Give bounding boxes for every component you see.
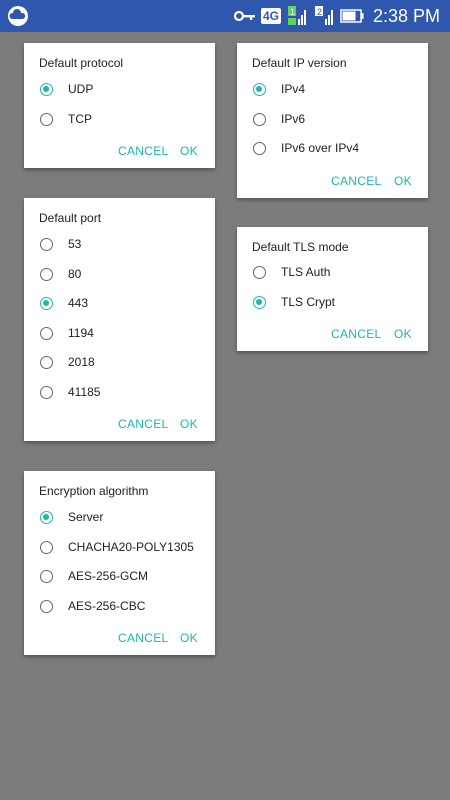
option-label: TLS Auth (281, 265, 331, 279)
radio-selected-icon[interactable] (40, 296, 53, 310)
svg-text:2: 2 (317, 7, 322, 17)
port-dialog: Default port 53 80 443 1194 2018 41185 C… (24, 198, 215, 441)
option-label: CHACHA20-POLY1305 (68, 540, 194, 554)
option-aes-256-cbc[interactable]: AES-256-CBC (24, 591, 215, 621)
option-label: UDP (68, 82, 94, 96)
dialog-title: Encryption algorithm (39, 484, 149, 498)
option-label: AES-256-CBC (68, 599, 146, 613)
network-type-badge: 4G (260, 8, 281, 24)
option-ipv6-over-ipv4[interactable]: IPv6 over IPv4 (237, 133, 428, 163)
option-tcp[interactable]: TCP (24, 104, 215, 134)
option-label: 1194 (68, 326, 94, 340)
option-port-80[interactable]: 80 (24, 259, 215, 289)
ok-button[interactable]: OK (180, 417, 198, 431)
cancel-button[interactable]: CANCEL (118, 144, 168, 158)
option-port-1194[interactable]: 1194 (24, 318, 215, 348)
cancel-button[interactable]: CANCEL (118, 631, 168, 645)
battery-icon (340, 9, 364, 23)
ok-button[interactable]: OK (394, 327, 412, 341)
option-ipv6[interactable]: IPv6 (237, 104, 428, 134)
status-bar: 4G 1 2 2:38 PM (0, 0, 450, 32)
option-label: 443 (68, 296, 89, 310)
radio-unselected-icon[interactable] (40, 326, 53, 340)
radio-selected-icon[interactable] (253, 295, 266, 309)
radio-unselected-icon[interactable] (40, 112, 53, 126)
radio-unselected-icon[interactable] (40, 237, 53, 251)
ip-version-dialog: Default IP version IPv4 IPv6 IPv6 over I… (237, 43, 428, 198)
option-aes-256-gcm[interactable]: AES-256-GCM (24, 561, 215, 591)
clock-time: 2:38 PM (372, 5, 440, 26)
cancel-button[interactable]: CANCEL (118, 417, 168, 431)
option-label: TLS Crypt (281, 295, 336, 309)
option-port-41185[interactable]: 41185 (24, 377, 215, 407)
dialog-title: Default port (39, 211, 102, 225)
option-label: 53 (68, 237, 82, 251)
option-label: 2018 (68, 355, 95, 369)
svg-text:1: 1 (290, 7, 295, 17)
dialog-title: Default TLS mode (252, 240, 349, 254)
dialog-title: Default IP version (252, 56, 347, 70)
option-label: IPv6 (281, 112, 306, 126)
option-label: Server (68, 510, 104, 524)
radio-unselected-icon[interactable] (40, 355, 53, 369)
ok-button[interactable]: OK (394, 174, 412, 188)
cancel-button[interactable]: CANCEL (331, 327, 381, 341)
option-port-2018[interactable]: 2018 (24, 347, 215, 377)
radio-unselected-icon[interactable] (40, 385, 53, 399)
radio-unselected-icon[interactable] (40, 267, 53, 281)
vpn-key-icon (233, 10, 255, 22)
option-tls-crypt[interactable]: TLS Crypt (237, 287, 428, 317)
radio-selected-icon[interactable] (40, 82, 53, 96)
option-port-53[interactable]: 53 (24, 229, 215, 259)
option-label: IPv4 (281, 82, 306, 96)
option-chacha20[interactable]: CHACHA20-POLY1305 (24, 532, 215, 562)
tls-mode-dialog: Default TLS mode TLS Auth TLS Crypt CANC… (237, 227, 428, 351)
option-port-443[interactable]: 443 (24, 288, 215, 318)
radio-unselected-icon[interactable] (253, 112, 266, 126)
app-cloud-icon (8, 6, 28, 26)
option-udp[interactable]: UDP (24, 74, 215, 104)
dialog-title: Default protocol (39, 56, 124, 70)
option-label: TCP (68, 112, 92, 126)
option-label: 80 (68, 267, 82, 281)
radio-unselected-icon[interactable] (40, 569, 53, 583)
radio-unselected-icon[interactable] (40, 540, 53, 554)
radio-selected-icon[interactable] (253, 82, 266, 96)
option-label: 41185 (68, 385, 101, 399)
ok-button[interactable]: OK (180, 144, 198, 158)
ok-button[interactable]: OK (180, 631, 198, 645)
option-server[interactable]: Server (24, 502, 215, 532)
radio-selected-icon[interactable] (40, 510, 53, 524)
option-label: AES-256-GCM (68, 569, 149, 583)
protocol-dialog: Default protocol UDP TCP CANCEL OK (24, 43, 215, 168)
option-label: IPv6 over IPv4 (281, 141, 360, 155)
signal-sim1-icon: 1 (287, 6, 306, 25)
radio-unselected-icon[interactable] (253, 141, 266, 155)
option-tls-auth[interactable]: TLS Auth (237, 257, 428, 287)
option-ipv4[interactable]: IPv4 (237, 74, 428, 104)
radio-unselected-icon[interactable] (40, 599, 53, 613)
radio-unselected-icon[interactable] (253, 265, 266, 279)
encryption-dialog: Encryption algorithm Server CHACHA20-POL… (24, 471, 215, 655)
cancel-button[interactable]: CANCEL (331, 174, 381, 188)
signal-sim2-icon: 2 (314, 6, 333, 25)
